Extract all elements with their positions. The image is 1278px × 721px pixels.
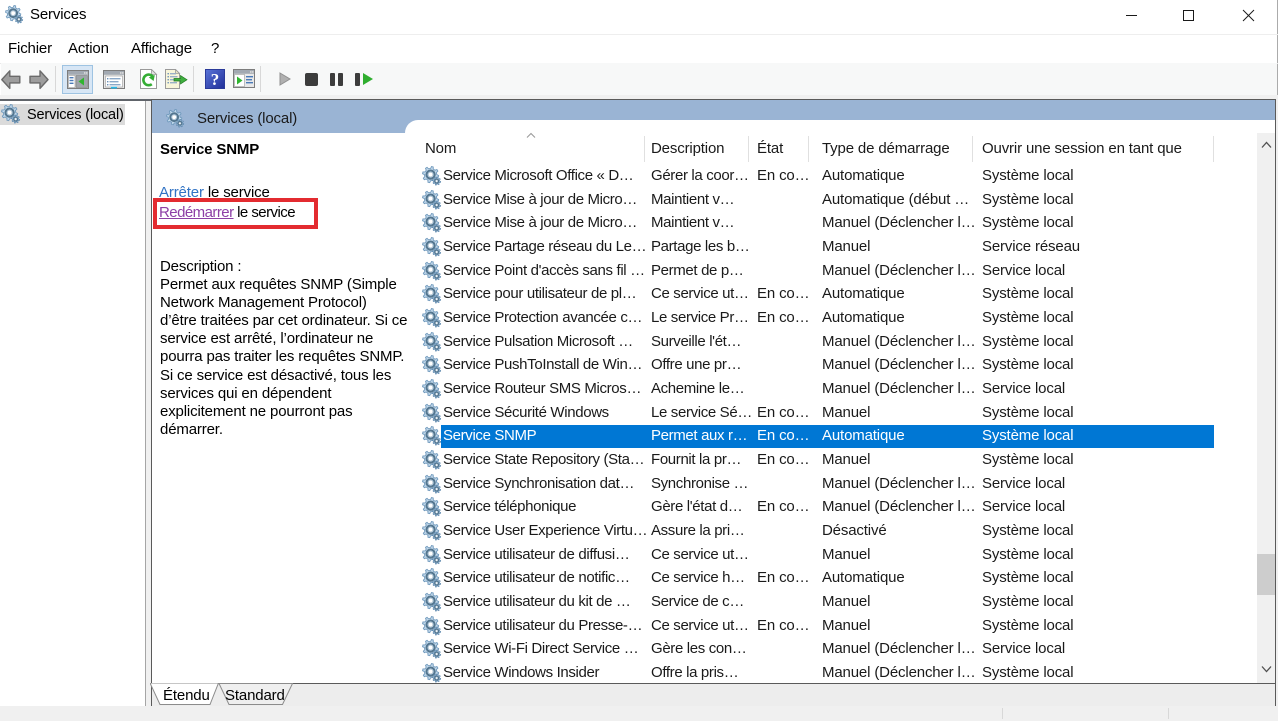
svg-text:?: ? bbox=[211, 70, 220, 89]
